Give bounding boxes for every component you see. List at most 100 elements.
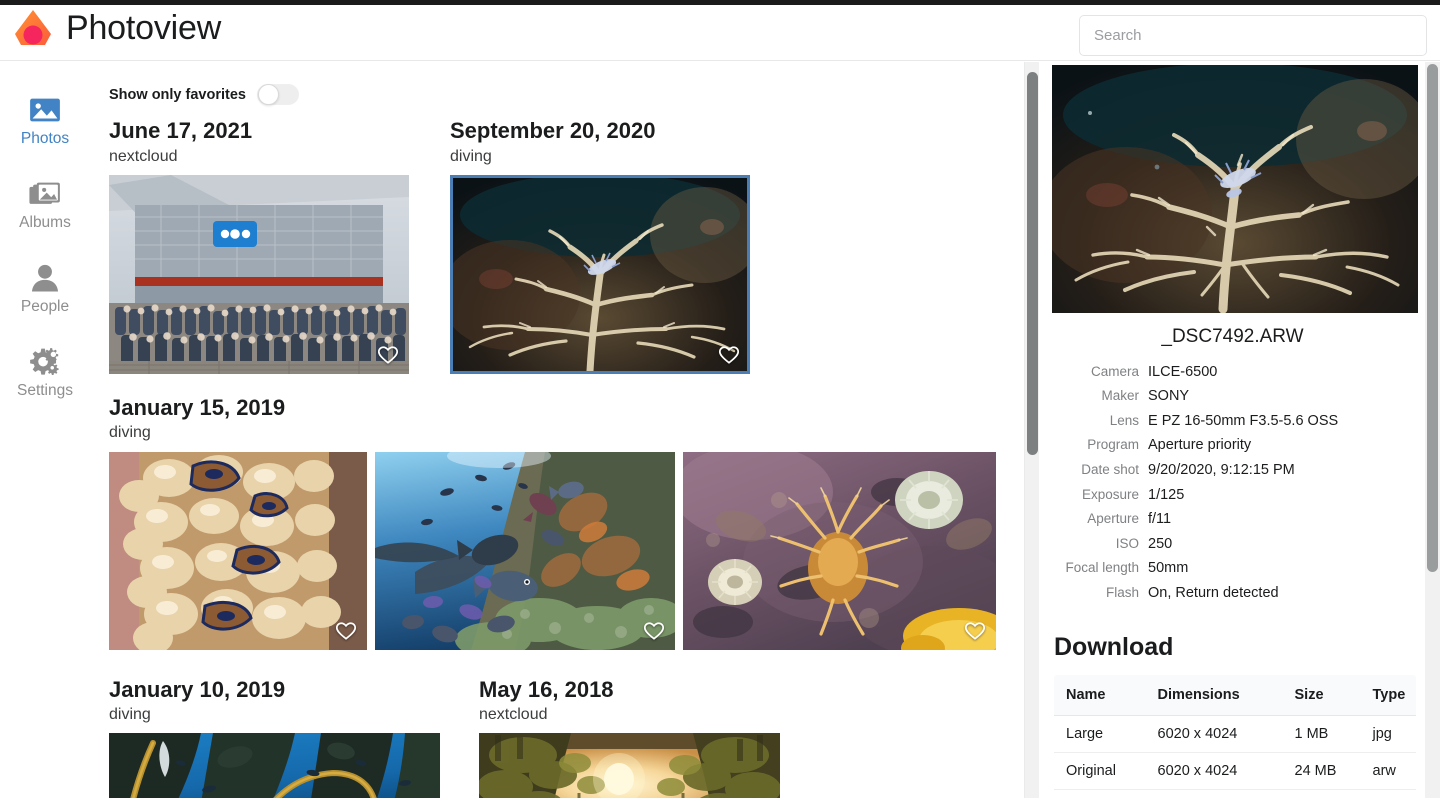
photo-thumbnail[interactable]	[479, 733, 780, 798]
sidebar-item-label: People	[20, 298, 70, 316]
exif-value: SONY	[1148, 388, 1190, 405]
search-input[interactable]	[1079, 15, 1427, 56]
group-album: diving	[450, 147, 492, 165]
heart-outline-icon[interactable]	[335, 620, 357, 642]
photo-area-scrollbar-thumb[interactable]	[1027, 72, 1038, 455]
exif-key: Date shot	[1081, 462, 1139, 478]
photoview-logo-icon	[15, 10, 51, 45]
exif-key: Lens	[1109, 412, 1139, 428]
exif-row: Program Aperture priority	[1053, 436, 1338, 461]
sidebar-item-label: Settings	[16, 382, 73, 400]
exif-value: E PZ 16-50mm F3.5-5.6 OSS	[1148, 412, 1339, 429]
page-scrollbar-thumb[interactable]	[1427, 64, 1438, 572]
group-album: diving	[109, 424, 151, 442]
photo-grid-area: Show only favorites June 17, 2021 nextcl…	[90, 62, 1040, 798]
exif-value: f/11	[1148, 511, 1172, 528]
exif-row: ISO 250	[1053, 535, 1338, 560]
download-type[interactable]: arw	[1360, 752, 1416, 790]
photo-thumbnail[interactable]	[683, 451, 996, 650]
favorites-filter-row: Show only favorites	[109, 84, 1040, 105]
heart-outline-icon[interactable]	[964, 620, 986, 642]
app-title: Photoview	[66, 9, 222, 47]
sidebar-item-photos[interactable]: Photos	[0, 78, 90, 162]
exif-key: Maker	[1101, 388, 1139, 404]
exif-row: Date shot 9/20/2020, 9:12:15 PM	[1053, 461, 1338, 486]
photo-filename: _DSC7492.ARW	[1161, 326, 1304, 347]
coral-polyps-photo	[109, 451, 367, 650]
exif-metadata-table: Camera ILCE-6500 Maker SONY Lens E PZ 16…	[1053, 363, 1338, 609]
nextcloud-conference-group-photo	[109, 174, 409, 374]
exif-row: Aperture f/11	[1053, 510, 1338, 535]
brand[interactable]: Photoview	[12, 7, 221, 49]
search-container	[1079, 15, 1427, 56]
thumbnail-row	[109, 733, 440, 798]
sidebar-item-settings[interactable]: Settings	[0, 330, 90, 414]
photo-area-scrollbar-track[interactable]	[1024, 62, 1039, 798]
sidebar-item-label: Photos	[20, 130, 70, 148]
group-album: diving	[109, 706, 151, 724]
photo-group: January 15, 2019 diving	[109, 394, 1040, 650]
photo-thumbnail[interactable]	[109, 451, 367, 650]
heart-outline-icon[interactable]	[718, 344, 740, 366]
exif-value: 250	[1148, 535, 1173, 552]
download-size[interactable]: 78 KB	[1282, 789, 1361, 798]
column-header-name: Name	[1054, 675, 1146, 717]
photo-thumbnail[interactable]	[109, 174, 409, 374]
page-scrollbar-track[interactable]	[1425, 62, 1440, 798]
group-date: June 17, 2021	[109, 118, 253, 143]
sidebar-item-people[interactable]: People	[0, 246, 90, 330]
heart-outline-icon[interactable]	[643, 620, 665, 642]
column-header-size: Size	[1282, 675, 1361, 717]
show-only-favorites-toggle[interactable]	[256, 84, 299, 105]
download-dimensions[interactable]: 6020 x 4024	[1145, 752, 1283, 790]
download-dimensions[interactable]: 1024 x 684	[1145, 789, 1283, 798]
heart-outline-icon[interactable]	[377, 344, 399, 366]
group-date: January 10, 2019	[109, 676, 286, 702]
download-size[interactable]: 24 MB	[1282, 752, 1361, 790]
photo-thumbnail-selected[interactable]	[450, 174, 750, 374]
exif-value: On, Return detected	[1148, 584, 1279, 601]
download-type[interactable]: jpg	[1360, 715, 1416, 753]
exif-row: Maker SONY	[1053, 387, 1338, 412]
download-name[interactable]: Original	[1054, 752, 1146, 790]
photo-thumbnail[interactable]	[375, 451, 675, 650]
vineyard-sunset-photo	[479, 733, 780, 798]
download-size[interactable]: 1 MB	[1282, 715, 1361, 753]
download-table-header-row: Name Dimensions Size Type	[1054, 675, 1416, 717]
download-section-title: Download	[1054, 633, 1174, 662]
photo-group: June 17, 2021 nextcloud	[109, 117, 409, 374]
people-icon	[31, 265, 59, 292]
download-dimensions[interactable]: 6020 x 4024	[1145, 715, 1283, 753]
photo-thumbnail[interactable]	[109, 733, 440, 798]
thumbnail-row	[109, 451, 1040, 650]
coral-nudibranch-photo	[450, 174, 750, 374]
exif-row: Camera ILCE-6500	[1053, 363, 1338, 388]
exif-key: ISO	[1115, 535, 1139, 551]
download-name[interactable]: Small	[1054, 789, 1146, 798]
group-album: nextcloud	[109, 147, 178, 165]
download-name[interactable]: Large	[1054, 715, 1146, 753]
sidebar-item-albums[interactable]: Albums	[0, 162, 90, 246]
favorites-toggle-label: Show only favorites	[109, 86, 246, 103]
exif-row: Flash On, Return detected	[1053, 584, 1338, 609]
download-row[interactable]: Original 6020 x 4024 24 MB arw	[1054, 752, 1416, 790]
coral-nudibranch-preview[interactable]	[1052, 65, 1418, 313]
thumbnail-row	[450, 174, 750, 374]
download-table: Name Dimensions Size Type Large 6020 x 4…	[1053, 674, 1417, 798]
exif-value: Aperture priority	[1148, 437, 1252, 454]
reef-fish-photo	[375, 451, 675, 650]
download-row[interactable]: Large 6020 x 4024 1 MB jpg	[1054, 715, 1416, 753]
exif-value: 1/125	[1148, 486, 1185, 503]
exif-key: Exposure	[1081, 486, 1139, 502]
exif-row: Focal length 50mm	[1053, 559, 1338, 584]
group-album: nextcloud	[479, 706, 548, 724]
download-row[interactable]: Small 1024 x 684 78 KB jpg	[1054, 789, 1416, 798]
group-date: May 16, 2018	[479, 676, 614, 702]
photo-group: May 16, 2018 nextcloud	[479, 676, 780, 798]
download-type[interactable]: jpg	[1360, 789, 1416, 798]
toggle-knob	[257, 84, 279, 105]
app-header: Photoview	[0, 5, 1440, 61]
sidebar-item-label: Albums	[19, 214, 71, 232]
group-date: September 20, 2020	[450, 118, 656, 143]
albums-icon	[29, 182, 60, 205]
